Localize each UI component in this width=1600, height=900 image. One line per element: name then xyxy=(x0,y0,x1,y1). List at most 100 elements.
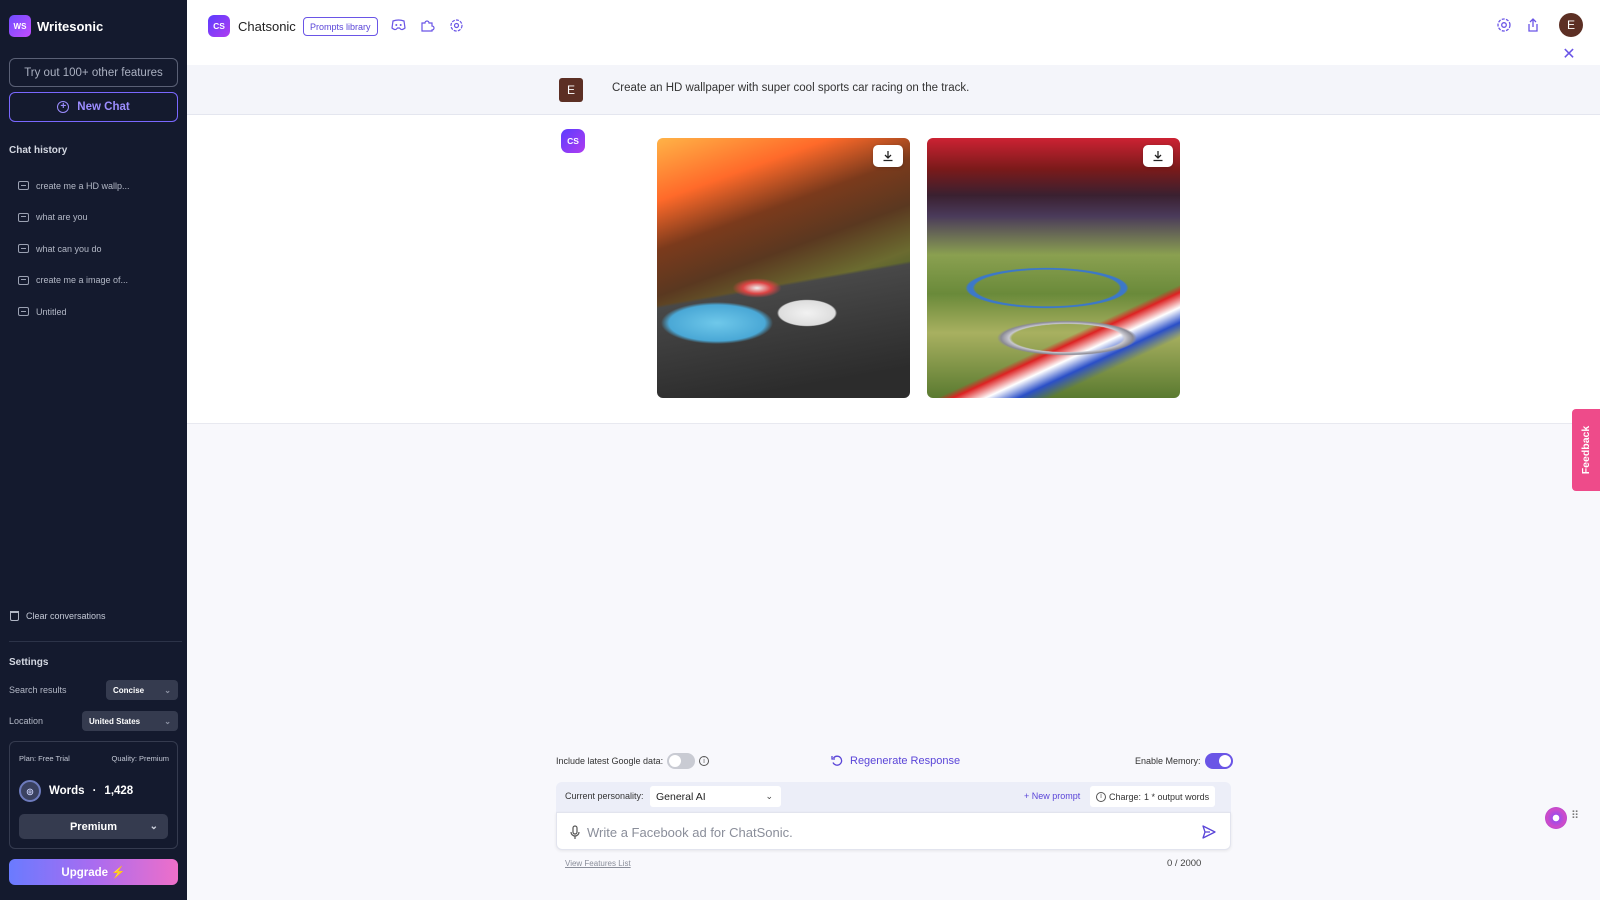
chat-bubble-icon xyxy=(18,212,29,222)
plan-label: Plan: Free Trial xyxy=(19,754,70,763)
history-item-label: create me a image of... xyxy=(36,275,129,286)
upgrade-button[interactable]: Upgrade ⚡ xyxy=(9,859,178,885)
download-icon[interactable] xyxy=(1143,145,1173,167)
location-select[interactable]: United States ⌄ xyxy=(82,711,178,731)
view-features-link[interactable]: View Features List xyxy=(565,859,631,868)
brand-name: Writesonic xyxy=(37,18,104,34)
new-prompt-link[interactable]: + New prompt xyxy=(1024,791,1080,801)
bot-avatar: CS xyxy=(561,129,585,153)
clear-conversations-label: Clear conversations xyxy=(26,611,106,621)
chevron-down-icon: ⌄ xyxy=(164,685,171,695)
regenerate-button[interactable]: Regenerate Response xyxy=(831,755,960,767)
user-avatar[interactable]: E xyxy=(1559,13,1583,37)
chat-input[interactable] xyxy=(587,820,1167,844)
regenerate-label: Regenerate Response xyxy=(850,755,961,767)
chatsonic-logo-icon: CS xyxy=(208,15,230,37)
history-item[interactable]: create me a image of... xyxy=(18,265,178,297)
trash-icon xyxy=(10,611,19,621)
memory-row: Enable Memory: xyxy=(1135,753,1233,769)
grid-dots-icon[interactable]: ⠿ xyxy=(1571,809,1579,822)
generated-image[interactable] xyxy=(657,138,910,398)
chevron-down-icon: ⌄ xyxy=(765,791,773,801)
history-item[interactable]: Untitled xyxy=(18,296,178,328)
chat-bubble-icon xyxy=(18,181,29,191)
history-item-label: what can you do xyxy=(36,243,102,254)
download-icon[interactable] xyxy=(873,145,903,167)
history-item-label: create me a HD wallp... xyxy=(36,180,130,191)
user-message: E Create an HD wallpaper with super cool… xyxy=(187,65,1600,115)
google-data-toggle[interactable] xyxy=(667,753,696,769)
search-results-label: Search results xyxy=(9,685,67,695)
page-title: Chatsonic xyxy=(238,19,296,34)
google-data-row: Include latest Google data: i xyxy=(556,753,710,769)
location-value: United States xyxy=(89,716,141,726)
location-row: Location United States ⌄ xyxy=(9,711,178,731)
quality-select-value: Premium xyxy=(69,820,118,833)
refresh-icon xyxy=(831,755,843,766)
user-message-text: Create an HD wallpaper with super cool s… xyxy=(612,82,970,94)
history-item[interactable]: what are you xyxy=(18,202,178,234)
search-results-select[interactable]: Concise ⌄ xyxy=(106,680,178,700)
info-icon[interactable]: i xyxy=(699,756,710,766)
chevron-down-icon: ⌄ xyxy=(164,716,171,726)
user-message-avatar: E xyxy=(559,78,583,102)
location-label: Location xyxy=(9,716,44,726)
bot-response: CS xyxy=(187,115,1600,424)
plan-card: Plan: Free Trial Quality: Premium ◎ Word… xyxy=(9,741,178,849)
personality-select[interactable]: General AI ⌄ xyxy=(650,786,781,807)
charge-info: i Charge: 1 * output words xyxy=(1090,786,1216,807)
settings-title: Settings xyxy=(9,657,49,668)
chat-history-title: Chat history xyxy=(9,145,68,156)
prompts-library-button[interactable]: Prompts library xyxy=(303,17,378,36)
chat-bubble-icon xyxy=(18,244,29,254)
close-icon[interactable]: ✕ xyxy=(1560,45,1578,63)
history-item-label: what are you xyxy=(36,212,88,223)
try-features-button[interactable]: Try out 100+ other features xyxy=(9,58,178,87)
chat-input-box xyxy=(556,812,1231,850)
google-data-label: Include latest Google data: xyxy=(556,756,664,766)
quality-label: Quality: Premium xyxy=(111,754,169,763)
history-item-label: Untitled xyxy=(36,306,67,317)
sidebar: WS Writesonic Try out 100+ other feature… xyxy=(0,0,187,900)
assistant-widget-icon[interactable] xyxy=(1545,807,1567,829)
send-icon[interactable] xyxy=(1200,823,1218,841)
words-coin-icon: ◎ xyxy=(19,780,41,802)
chevron-down-icon: ⌄ xyxy=(149,821,158,832)
words-separator: · xyxy=(92,785,97,797)
words-label: Words xyxy=(49,785,85,797)
gear-icon[interactable] xyxy=(1495,16,1513,34)
new-chat-label: New Chat xyxy=(77,101,130,113)
feedback-tab[interactable]: Feedback xyxy=(1572,409,1600,491)
charge-label: Charge: xyxy=(1109,791,1142,802)
plan-info: Plan: Free Trial Quality: Premium xyxy=(19,754,169,763)
history-item[interactable]: what can you do xyxy=(18,233,178,265)
chat-bubble-icon xyxy=(18,307,29,317)
info-icon: i xyxy=(1096,791,1106,802)
plus-circle-icon: + xyxy=(57,101,70,113)
memory-label: Enable Memory: xyxy=(1135,756,1201,766)
new-chat-button[interactable]: + New Chat xyxy=(9,92,178,122)
words-row: ◎ Words · 1,428 xyxy=(19,780,133,802)
memory-toggle[interactable] xyxy=(1204,753,1233,769)
settings-icon[interactable] xyxy=(448,17,464,33)
search-results-value: Concise xyxy=(113,685,145,695)
brand[interactable]: WS Writesonic xyxy=(9,15,103,37)
chat-bubble-icon xyxy=(18,275,29,285)
history-item[interactable]: create me a HD wallp... xyxy=(18,170,178,202)
character-counter: 0 / 2000 xyxy=(1167,858,1202,869)
personality-value: General AI xyxy=(656,790,706,803)
search-results-row: Search results Concise ⌄ xyxy=(9,680,178,700)
microphone-icon[interactable] xyxy=(568,824,582,840)
chat-history-list: create me a HD wallp... what are you wha… xyxy=(18,170,178,328)
plugin-icon[interactable] xyxy=(419,17,435,33)
charge-value: 1 * output words xyxy=(1144,791,1210,802)
generated-image[interactable] xyxy=(927,138,1180,398)
feedback-label: Feedback xyxy=(1580,425,1593,475)
share-icon[interactable] xyxy=(1524,16,1542,34)
discord-icon[interactable] xyxy=(390,17,406,33)
words-count: 1,428 xyxy=(104,785,134,797)
clear-conversations-button[interactable]: Clear conversations xyxy=(10,611,106,621)
personality-bar: Current personality: General AI ⌄ + New … xyxy=(556,782,1231,812)
personality-label: Current personality: xyxy=(565,791,644,801)
quality-select[interactable]: Premium ⌄ xyxy=(19,814,168,839)
